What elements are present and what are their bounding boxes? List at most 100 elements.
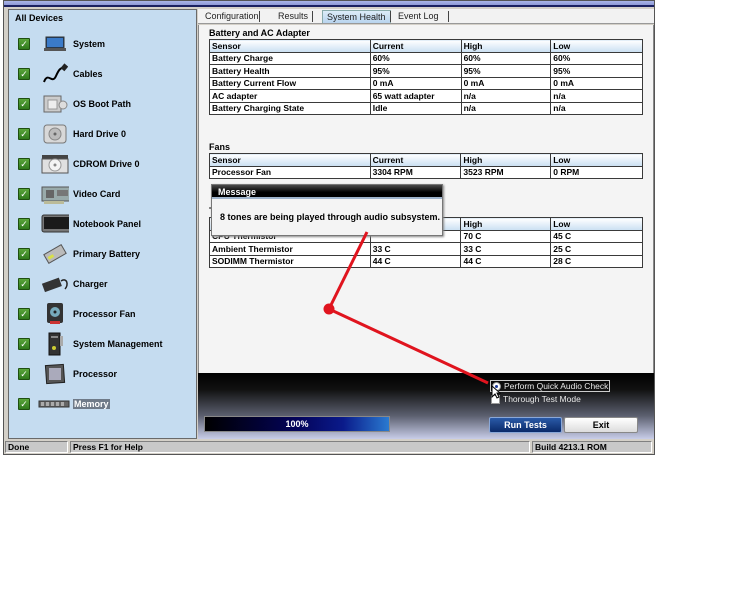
cell: 44 C [369,254,462,268]
table-row: Battery Charge 60% 60% 60% [209,51,643,65]
run-tests-button[interactable]: Run Tests [489,417,562,433]
charger-icon [41,273,69,295]
device-item-notebook-panel[interactable]: ✓ Notebook Panel [9,210,196,238]
status-state: Done [5,441,68,453]
device-sidebar: All Devices ✓ System ✓ Cables ✓ OS Boot … [8,9,197,439]
cell: 60% [460,51,552,65]
device-label: Hard Drive 0 [73,129,127,139]
device-label: System [73,39,106,49]
table-row: Ambient Thermistor 33 C 33 C 25 C [209,242,643,256]
checkbox-checked-icon[interactable]: ✓ [18,338,30,350]
device-label: Notebook Panel [73,219,142,229]
thorough-test-mode-checkbox[interactable]: Thorough Test Mode [491,394,581,404]
cell: Ambient Thermistor [209,242,371,256]
section-title-fans: Fans [209,142,231,152]
device-label: System Management [73,339,163,349]
cell: 25 C [550,242,643,256]
display-panel-icon [41,213,69,235]
cell: 3523 RPM [460,165,552,179]
device-item-system-management[interactable]: ✓ System Management [9,330,196,358]
device-label: Primary Battery [73,249,141,259]
quick-audio-check-radio[interactable]: Perform Quick Audio Check [490,380,611,392]
device-item-system[interactable]: ✓ System [9,30,196,58]
column-header: Current [369,153,462,167]
tab-divider [259,11,260,22]
tab-system-health[interactable]: System Health [322,10,391,23]
checkbox-checked-icon[interactable]: ✓ [18,218,30,230]
checkbox-checked-icon[interactable]: ✓ [18,128,30,140]
tab-configuration[interactable]: Configuration [201,10,263,23]
status-build: Build 4213.1 ROM [532,441,652,453]
cell: n/a [550,101,643,115]
tab-results[interactable]: Results [274,10,312,23]
cell: 0 mA [369,76,462,90]
cell: AC adapter [209,89,371,103]
device-item-processor[interactable]: ✓ Processor [9,360,196,388]
cell: n/a [550,89,643,103]
tab-divider [390,11,391,22]
device-label: Video Card [73,189,121,199]
device-item-processor-fan[interactable]: ✓ Processor Fan [9,300,196,328]
device-item-os-boot-path[interactable]: ✓ OS Boot Path [9,90,196,118]
sidebar-title: All Devices [15,13,64,23]
fans-table: Sensor Current High Low Processor Fan 330… [209,153,643,179]
cell: 70 C [460,229,552,243]
cell: 3304 RPM [369,165,462,179]
device-item-video-card[interactable]: ✓ Video Card [9,180,196,208]
checkbox-checked-icon[interactable]: ✓ [18,158,30,170]
control-area: Perform Quick Audio Check Thorough Test … [198,373,654,439]
device-label: Processor Fan [73,309,136,319]
device-label: CDROM Drive 0 [73,159,140,169]
video-card-icon [41,183,69,205]
mouse-pointer-icon [491,385,501,399]
checkbox-checked-icon[interactable]: ✓ [18,278,30,290]
checkbox-checked-icon[interactable]: ✓ [18,68,30,80]
checkbox-checked-icon[interactable]: ✓ [18,248,30,260]
cell: 33 C [460,242,552,256]
status-help: Press F1 for Help [70,441,530,453]
title-bar [4,1,654,7]
hard-drive-icon [41,123,69,145]
cell: 45 C [550,229,643,243]
cell: n/a [460,101,552,115]
cable-icon [41,63,69,85]
device-item-cables[interactable]: ✓ Cables [9,60,196,88]
cell: 60% [369,51,462,65]
device-item-memory[interactable]: ✓ Memory [9,390,196,418]
message-title: Message [212,185,442,199]
device-label: OS Boot Path [73,99,131,109]
checkbox-checked-icon[interactable]: ✓ [18,368,30,380]
cell: 0 mA [460,76,552,90]
cell: Battery Charge [209,51,371,65]
cdrom-icon [41,153,69,175]
cell: SODIMM Thermistor [209,254,371,268]
option-label: Thorough Test Mode [503,394,581,404]
device-label: Charger [73,279,108,289]
option-label: Perform Quick Audio Check [504,381,609,391]
column-header: Current [369,39,462,53]
column-header: Sensor [209,39,371,53]
device-item-primary-battery[interactable]: ✓ Primary Battery [9,240,196,268]
exit-button[interactable]: Exit [564,417,638,433]
checkbox-checked-icon[interactable]: ✓ [18,308,30,320]
checkbox-checked-icon[interactable]: ✓ [18,98,30,110]
device-label: Memory [73,399,110,409]
checkbox-checked-icon[interactable]: ✓ [18,398,30,410]
device-item-charger[interactable]: ✓ Charger [9,270,196,298]
table-row: Battery Current Flow 0 mA 0 mA 0 mA [209,76,643,90]
cell: 44 C [460,254,552,268]
table-row: SODIMM Thermistor 44 C 44 C 28 C [209,254,643,268]
cell: 65 watt adapter [369,89,462,103]
progress-label: 100% [285,419,309,429]
checkbox-checked-icon[interactable]: ✓ [18,38,30,50]
column-header: Low [550,153,643,167]
progress-bar: 100% [204,416,390,432]
cell: 60% [550,51,643,65]
checkbox-checked-icon[interactable]: ✓ [18,188,30,200]
cell: Processor Fan [209,165,371,179]
device-item-cdrom-drive[interactable]: ✓ CDROM Drive 0 [9,150,196,178]
column-header: Sensor [209,153,371,167]
tab-event-log[interactable]: Event Log [394,10,443,23]
device-item-hard-drive[interactable]: ✓ Hard Drive 0 [9,120,196,148]
disk-drive-icon [41,93,69,115]
